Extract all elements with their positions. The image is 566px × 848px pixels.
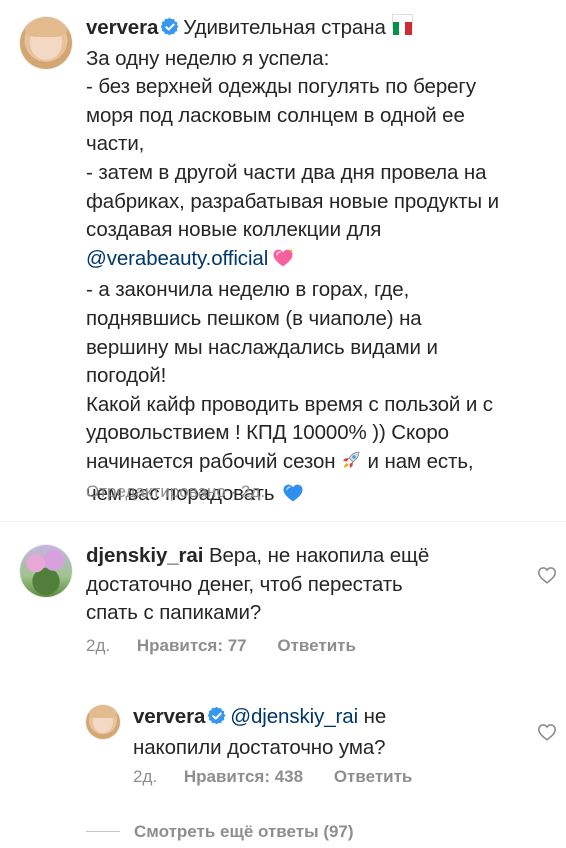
edited-label: Отредактировано [86, 482, 226, 501]
comment-text: Вера, не накопила ещё [208, 544, 430, 567]
like-heart-icon[interactable] [537, 566, 557, 589]
caption-line: создавая новые коллекции для [86, 218, 382, 242]
caption-rocket-line: начинается рабочий сезон и нам есть, [86, 448, 548, 480]
post-author-avatar[interactable] [20, 17, 72, 69]
like-heart-icon[interactable] [537, 723, 557, 746]
comment-likes[interactable]: Нравится: 77 [137, 636, 247, 655]
reply-button[interactable]: Ответить [277, 636, 356, 655]
edited-time: · 2д. [230, 482, 266, 501]
sparkling-heart-icon [272, 248, 294, 277]
caption-line: удовольствием ! КПД 10000% )) Скоро [86, 421, 449, 445]
post-caption: ververa Удивительная страна За одну недел… [86, 14, 548, 511]
caption-line: поднявшись пешком (в чиаполе) на [86, 306, 422, 330]
reply-time: 2д. [133, 767, 158, 786]
caption-line: - без верхней одежды погулять по берегу [86, 75, 476, 99]
caption-mention-link[interactable]: @verabeauty.official [86, 247, 268, 270]
caption-header: ververa Удивительная страна [86, 14, 548, 45]
reply-text: накопили достаточно ума? [133, 735, 386, 759]
comment-text: спать с папиками? [86, 601, 262, 625]
reply-mention-link[interactable]: @djenskiy_rai [230, 705, 358, 728]
caption-line: - затем в другой части два дня провела н… [86, 160, 487, 184]
caption-line: За одну неделю я успела: [86, 46, 330, 70]
caption-line-segment: начинается рабочий сезон [86, 449, 336, 473]
reply-button[interactable]: Ответить [334, 767, 413, 786]
verified-badge-icon [207, 705, 226, 734]
caption-line: - а закончила неделю в горах, где, [86, 278, 410, 302]
comment-meta: 2д. Нравится: 77 Ответить [86, 636, 356, 656]
blue-heart-icon [282, 483, 304, 512]
comment-time: 2д. [86, 636, 111, 655]
caption-line: фабриках, разрабатывая новые продукты и [86, 189, 499, 213]
comment-username[interactable]: djenskiy_rai [86, 544, 203, 567]
reply-text: не [363, 705, 387, 728]
caption-line: моря под ласковым солнцем в одной ее [86, 103, 465, 127]
post-username[interactable]: ververa [86, 16, 158, 39]
reply-first-line: ververa @djenskiy_rai не [133, 703, 533, 734]
verified-badge-icon [160, 16, 179, 45]
caption-mention-line: @verabeauty.official [86, 245, 548, 277]
reply-likes[interactable]: Нравится: 438 [184, 767, 303, 786]
caption-line: Какой кайф проводить время с пользой и с [86, 392, 493, 416]
caption-line: части, [86, 132, 145, 156]
caption-line: вершину мы наслаждались видами и [86, 335, 438, 359]
rocket-icon [340, 449, 362, 480]
caption-line-segment: и нам есть, [367, 449, 474, 473]
italy-flag-icon [391, 14, 413, 35]
post-location: Удивительная страна [183, 16, 386, 39]
reply-meta: 2д. Нравится: 438 Ответить [133, 767, 412, 787]
reply-username[interactable]: ververa [133, 705, 205, 728]
caption-divider [0, 521, 566, 522]
comment-avatar[interactable] [20, 545, 72, 597]
view-more-divider [86, 831, 120, 832]
reply-body: ververa @djenskiy_rai не накопили достато… [133, 703, 533, 762]
view-more-replies[interactable]: Смотреть ещё ответы (97) [134, 822, 354, 842]
post-edited-meta: Отредактировано · 2д. [86, 482, 265, 502]
comment-body: djenskiy_rai Вера, не накопила ещё доста… [86, 542, 526, 628]
caption-line: погодой! [86, 364, 167, 388]
view-more-label[interactable]: Смотреть ещё ответы (97) [134, 822, 354, 841]
comment-text: достаточно денег, чтоб перестать [86, 572, 403, 596]
comment-first-line: djenskiy_rai Вера, не накопила ещё [86, 542, 526, 571]
reply-avatar[interactable] [86, 705, 120, 739]
